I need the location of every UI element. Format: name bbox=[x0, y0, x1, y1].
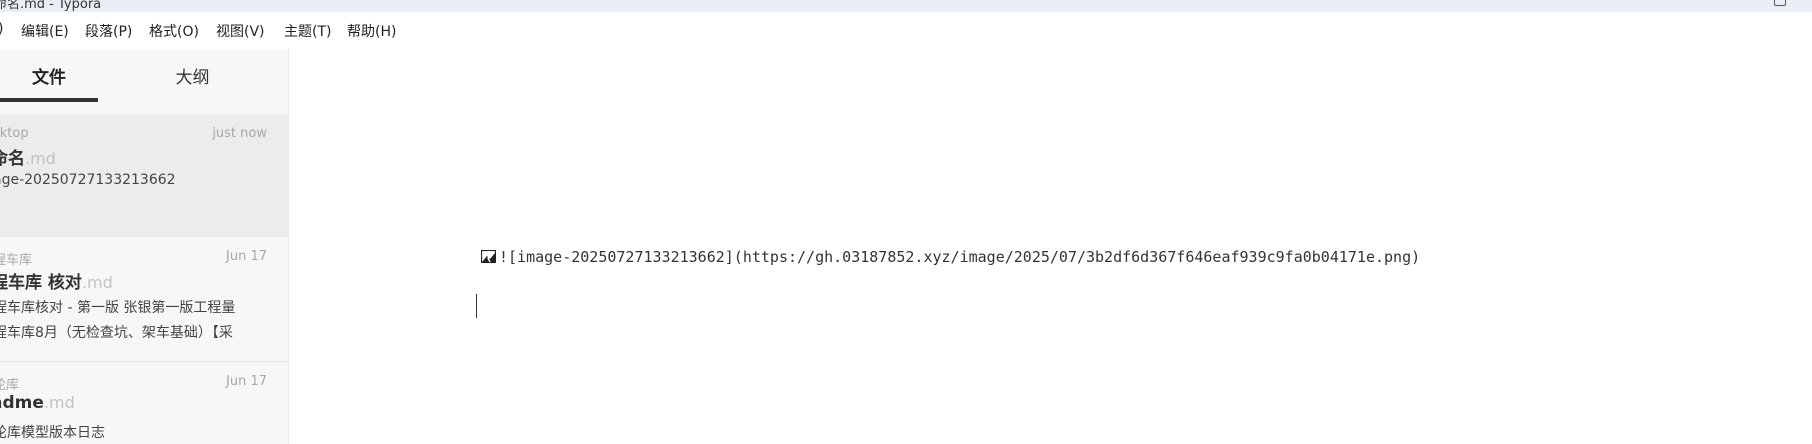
file-excerpt: age-20250727133213662 bbox=[0, 172, 176, 188]
sidebar: 文件 大纲 sktop just now 命名.md age-202507271… bbox=[0, 49, 289, 444]
file-extension: .md bbox=[25, 149, 56, 168]
file-name: 程车库 核对.md bbox=[0, 268, 113, 293]
file-extension: .md bbox=[43, 393, 75, 412]
file-name: adme.md bbox=[0, 393, 75, 413]
text-cursor bbox=[476, 294, 477, 318]
markdown-image-line[interactable]: ![image-20250727133213662](https://gh.03… bbox=[481, 248, 1420, 266]
title-bar: 命名.md - Typora bbox=[0, 0, 1812, 12]
tab-files[interactable]: 文件 bbox=[0, 49, 98, 103]
file-folder: 程车库 bbox=[0, 253, 33, 268]
file-excerpt: 轮库模型版本日志 bbox=[0, 425, 105, 441]
file-name-text: 程车库 核对 bbox=[0, 273, 82, 293]
broken-image-icon bbox=[481, 250, 496, 263]
menu-file[interactable]: ) bbox=[0, 21, 3, 37]
markdown-image-source: ![image-20250727133213662](https://gh.03… bbox=[499, 248, 1421, 266]
file-date: Jun 17 bbox=[226, 249, 267, 264]
file-date: Jun 17 bbox=[226, 374, 267, 389]
file-list-item[interactable]: 程车库 Jun 17 程车库 核对.md 程车库核对 - 第一版 张银第一版工程… bbox=[0, 237, 288, 362]
menu-view[interactable]: 视图(V) bbox=[216, 21, 265, 41]
typora-window: 命名.md - Typora ) 编辑(E) 段落(P) 格式(O) 视图(V)… bbox=[0, 0, 1812, 444]
file-excerpt-line-2: 程车库8月（无检查坑、架车基础）【采 bbox=[0, 325, 233, 341]
file-name-text: 命名 bbox=[0, 149, 25, 169]
menu-edit[interactable]: 编辑(E) bbox=[21, 21, 69, 41]
file-excerpt-line-1: 程车库核对 - 第一版 张银第一版工程量 bbox=[0, 300, 236, 316]
file-date: just now bbox=[212, 126, 267, 141]
tab-outline[interactable]: 大纲 bbox=[145, 49, 240, 103]
file-list-item[interactable]: 轮库 Jun 17 adme.md 轮库模型版本日志 bbox=[0, 362, 288, 444]
active-tab-indicator bbox=[0, 98, 98, 102]
menu-bar: ) 编辑(E) 段落(P) 格式(O) 视图(V) 主题(T) 帮助(H) bbox=[0, 12, 1812, 49]
menu-format[interactable]: 格式(O) bbox=[149, 21, 199, 41]
file-folder: 轮库 bbox=[0, 378, 20, 393]
menu-theme[interactable]: 主题(T) bbox=[284, 21, 331, 41]
file-list-item[interactable]: sktop just now 命名.md age-202507271332136… bbox=[0, 114, 288, 237]
file-extension: .md bbox=[81, 273, 113, 292]
editor-area[interactable]: ![image-20250727133213662](https://gh.03… bbox=[289, 49, 1812, 444]
menu-paragraph[interactable]: 段落(P) bbox=[85, 21, 132, 41]
file-name: 命名.md bbox=[0, 144, 56, 169]
menu-help[interactable]: 帮助(H) bbox=[347, 21, 396, 41]
window-control-icon[interactable] bbox=[1774, 0, 1786, 6]
file-folder: sktop bbox=[0, 126, 29, 141]
file-name-text: adme bbox=[0, 393, 44, 413]
window-title: 命名.md - Typora bbox=[0, 0, 102, 12]
